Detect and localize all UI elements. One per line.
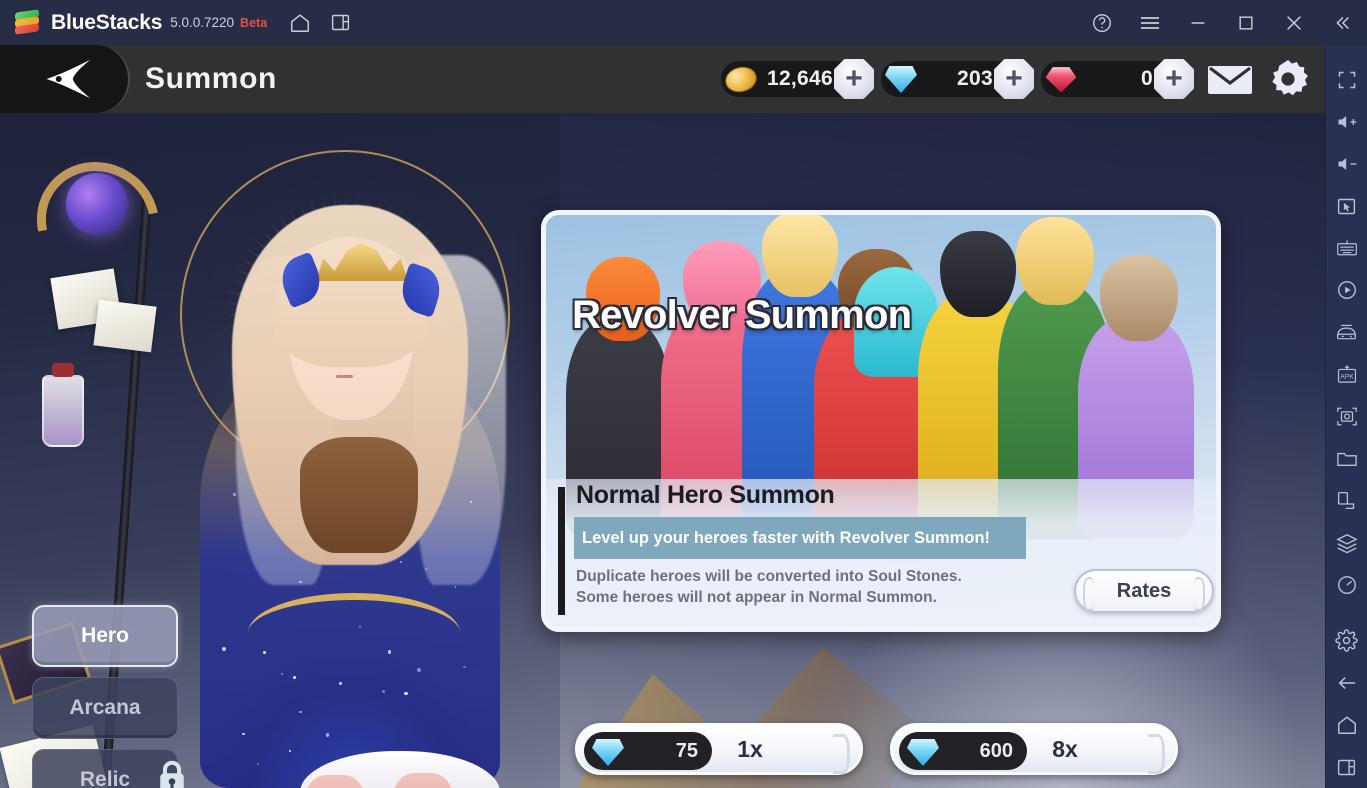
- settings-icon[interactable]: [1326, 620, 1367, 662]
- app-name: BlueStacks: [51, 11, 162, 35]
- add-ruby-button[interactable]: +: [1154, 59, 1194, 99]
- diamond-icon: [592, 739, 624, 766]
- summon-description-line-1: Duplicate heroes will be converted into …: [576, 567, 962, 588]
- tab-hero[interactable]: Hero: [32, 605, 178, 667]
- summon-1x-button[interactable]: 1x 75: [575, 723, 863, 775]
- titlebar-controls: [1071, 0, 1359, 45]
- game-viewport[interactable]: Summon 12,646 + 203 + 0 + Hero Arcana Re…: [0, 45, 1325, 788]
- gear-icon: [1266, 57, 1310, 101]
- titlebar: BlueStacks 5.0.0.7220 Beta: [0, 0, 1367, 45]
- install-apk-icon[interactable]: APK: [1326, 353, 1367, 395]
- category-tabs: Hero Arcana Relic: [32, 605, 182, 788]
- back-icon[interactable]: [1326, 662, 1367, 704]
- collapse-icon[interactable]: [1325, 6, 1359, 40]
- banner-info-panel: Normal Hero Summon Level up your heroes …: [546, 479, 1221, 627]
- hero-3-head: [762, 211, 838, 297]
- paper-scrap-2: [93, 300, 156, 353]
- bluestacks-sidebar: APK: [1325, 45, 1367, 788]
- potion-bottle: [42, 375, 84, 447]
- ruby-icon: [1045, 64, 1079, 94]
- settings-button[interactable]: [1263, 54, 1313, 104]
- performance-icon[interactable]: [1326, 564, 1367, 606]
- character-mouth: [336, 375, 353, 378]
- ruby-value: 0: [1141, 67, 1153, 91]
- hero-7-head: [1100, 255, 1178, 341]
- tab-relic[interactable]: Relic: [32, 749, 178, 788]
- currency-ruby[interactable]: 0 +: [1041, 61, 1191, 97]
- tab-hero-label: Hero: [81, 624, 129, 648]
- home-icon[interactable]: [283, 6, 317, 40]
- bluestacks-window: BlueStacks 5.0.0.7220 Beta Summon 12,646…: [0, 0, 1367, 788]
- summon-description: Duplicate heroes will be converted into …: [576, 567, 962, 609]
- game-header: Summon 12,646 + 203 + 0 +: [0, 45, 1325, 113]
- lock-icon: [155, 758, 189, 788]
- summon-8x-cost-value: 600: [980, 740, 1013, 763]
- macro-recorder-icon[interactable]: [1326, 269, 1367, 311]
- diamond-icon: [885, 64, 919, 94]
- volume-down-icon[interactable]: [1326, 143, 1367, 185]
- gamepad-icon[interactable]: [1326, 311, 1367, 353]
- currency-bar: 12,646 + 203 + 0 +: [721, 45, 1191, 113]
- summon-1x-cost-value: 75: [676, 740, 698, 763]
- gold-coin-icon: [725, 64, 759, 94]
- diamond-value: 203: [957, 67, 993, 91]
- hamburger-menu-icon[interactable]: [1133, 6, 1167, 40]
- currency-gold[interactable]: 12,646 +: [721, 61, 871, 97]
- add-diamond-button[interactable]: +: [994, 59, 1034, 99]
- summon-8x-cost: 600: [899, 732, 1027, 770]
- page-title: Summon: [145, 45, 277, 113]
- recent-apps-icon[interactable]: [1326, 746, 1367, 788]
- header-buttons: [1205, 45, 1313, 113]
- tab-relic-label: Relic: [80, 768, 130, 788]
- currency-diamond[interactable]: 203 +: [881, 61, 1031, 97]
- rotate-icon[interactable]: [1326, 480, 1367, 522]
- bluestacks-logo-icon: [14, 10, 40, 36]
- maximize-icon[interactable]: [1229, 6, 1263, 40]
- hero-5-head: [940, 231, 1016, 317]
- diamond-icon: [907, 739, 939, 766]
- summon-type-title: Normal Hero Summon: [576, 481, 835, 510]
- close-icon[interactable]: [1277, 6, 1311, 40]
- potion-cap: [52, 363, 74, 377]
- character-corset: [300, 437, 418, 553]
- rates-button[interactable]: Rates: [1074, 569, 1214, 613]
- add-gold-button[interactable]: +: [834, 59, 874, 99]
- tab-arcana[interactable]: Arcana: [32, 677, 178, 739]
- screenshot-icon[interactable]: [1326, 396, 1367, 438]
- beta-badge: Beta: [240, 16, 267, 30]
- tab-arcana-label: Arcana: [69, 696, 140, 720]
- hero-6-head: [1016, 217, 1094, 305]
- minimize-icon[interactable]: [1181, 6, 1215, 40]
- multi-instance-icon[interactable]: [323, 6, 357, 40]
- media-folder-icon[interactable]: [1326, 438, 1367, 480]
- keyboard-controls-icon[interactable]: [1326, 227, 1367, 269]
- help-icon[interactable]: [1085, 6, 1119, 40]
- mail-button[interactable]: [1205, 54, 1255, 104]
- multi-instance-manager-icon[interactable]: [1326, 522, 1367, 564]
- cursor-icon[interactable]: [1326, 185, 1367, 227]
- staff-orb: [66, 173, 128, 235]
- gold-value: 12,646: [767, 67, 833, 91]
- summon-8x-button[interactable]: 8x 600: [890, 723, 1178, 775]
- fullscreen-icon[interactable]: [1326, 59, 1367, 101]
- summon-actions: 1x 75 8x 600: [575, 723, 1178, 775]
- summon-banner-card[interactable]: Revolver Summon Normal Hero Summon Level…: [541, 210, 1221, 632]
- back-button[interactable]: [0, 45, 130, 113]
- svg-text:APK: APK: [1340, 374, 1354, 381]
- volume-up-icon[interactable]: [1326, 101, 1367, 143]
- summon-1x-cost: 75: [584, 732, 712, 770]
- app-version: 5.0.0.7220: [170, 15, 234, 30]
- info-accent-bar: [558, 487, 565, 615]
- home-icon[interactable]: [1326, 704, 1367, 746]
- banner-title: Revolver Summon: [572, 293, 911, 338]
- summon-description-line-2: Some heroes will not appear in Normal Su…: [576, 588, 962, 609]
- summon-subtitle: Level up your heroes faster with Revolve…: [574, 517, 1026, 559]
- mail-icon: [1206, 61, 1254, 97]
- back-arrow-icon: [36, 58, 92, 100]
